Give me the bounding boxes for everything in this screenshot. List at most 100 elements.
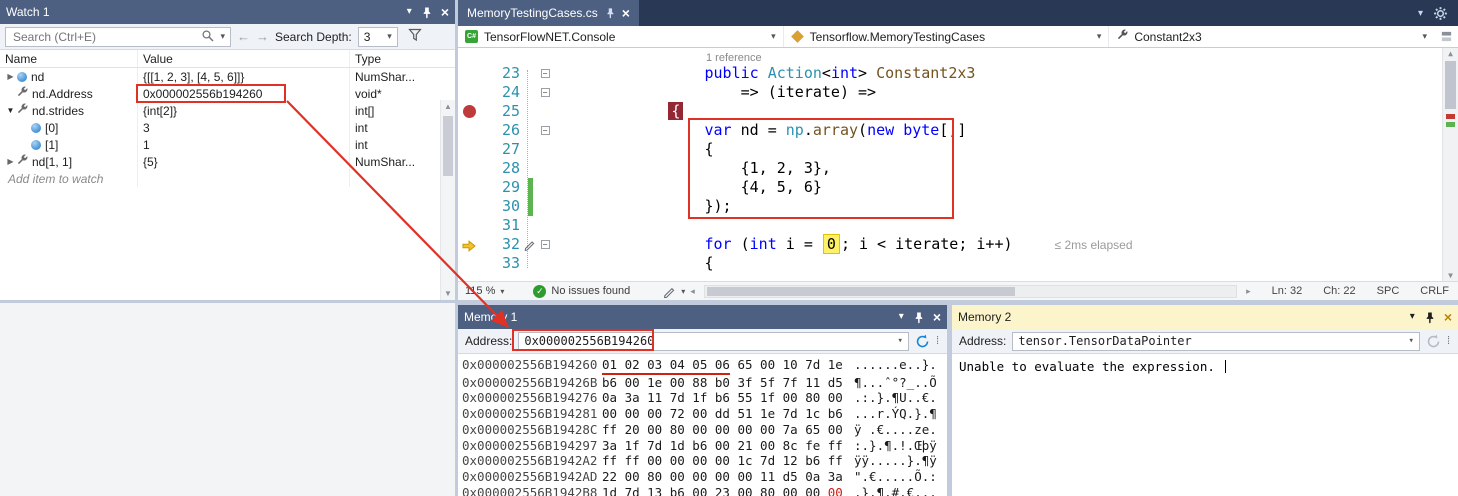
watch-scrollbar[interactable]: ▲ ▼: [440, 100, 455, 300]
column-value[interactable]: Value: [138, 50, 350, 67]
memory1-address-combo[interactable]: 0x000002556B194260 ▾: [518, 332, 909, 351]
watch-panel-header[interactable]: Watch 1 ▾ ×: [0, 0, 455, 24]
scroll-down-icon[interactable]: ▼: [1443, 271, 1458, 280]
close-icon[interactable]: ×: [622, 5, 630, 21]
expander-expanded-icon[interactable]: ▼: [5, 106, 16, 115]
wrench-icon: [16, 154, 28, 169]
change-bar: [526, 178, 536, 197]
pin-icon[interactable]: [605, 7, 615, 19]
breakpoint-gutter[interactable]: [458, 64, 482, 83]
toolbar-overflow-icon[interactable]: ⁞: [1447, 335, 1451, 347]
watch-grid-header[interactable]: Name Value Type: [0, 50, 455, 68]
memory1-hex-view[interactable]: 0x000002556B19426001 02 03 04 05 06 65 0…: [458, 354, 947, 496]
code-editor[interactable]: 1 reference 23 − public Action<int> Cons…: [458, 48, 1458, 281]
breakpoint-gutter[interactable]: [458, 121, 482, 140]
window-menu-icon[interactable]: ▾: [899, 312, 904, 322]
window-menu-icon[interactable]: ▾: [1410, 312, 1415, 322]
hscroll-left-icon[interactable]: ◂: [690, 286, 695, 297]
breakpoint-gutter[interactable]: [458, 216, 482, 235]
filter-icon[interactable]: [408, 28, 423, 45]
breakpoint-gutter[interactable]: [458, 102, 482, 121]
code-cleanup-dropdown-icon[interactable]: ▾: [681, 287, 685, 296]
memory1-panel-title: Memory 1: [464, 310, 517, 324]
memory2-panel-header[interactable]: Memory 2 ▾ ×: [952, 305, 1458, 329]
search-prev-icon[interactable]: ←: [237, 29, 250, 44]
scroll-up-icon[interactable]: ▲: [1443, 49, 1458, 58]
breakpoint-gutter[interactable]: [458, 83, 482, 102]
close-icon[interactable]: ×: [933, 310, 941, 324]
tab-memorytestingcases[interactable]: MemoryTestingCases.cs ×: [458, 0, 639, 26]
scrollbar-thumb[interactable]: [1445, 61, 1456, 109]
watch-row-nd[interactable]: ▶nd {[[1, 2, 3], [4, 5, 6]]} NumShar...: [0, 68, 455, 85]
column-name[interactable]: Name: [0, 50, 138, 67]
perf-tip[interactable]: ≤ 2ms elapsed: [1055, 238, 1133, 252]
outline-toggle[interactable]: −: [536, 83, 554, 102]
search-depth-combo[interactable]: 3 ▾: [358, 27, 398, 47]
watch-row-add-item[interactable]: Add item to watch: [0, 170, 455, 187]
line-number: 29: [482, 178, 526, 197]
search-next-icon[interactable]: →: [256, 29, 269, 44]
zoom-dropdown-icon[interactable]: ▾: [500, 287, 504, 296]
search-options-icon[interactable]: ▾: [220, 31, 225, 42]
breakpoint-gutter[interactable]: [458, 254, 482, 273]
scrollbar-thumb[interactable]: [443, 116, 453, 176]
memory1-panel-header[interactable]: Memory 1 ▾ ×: [458, 305, 947, 329]
window-menu-icon[interactable]: ▾: [407, 7, 412, 17]
wrench-icon: [16, 103, 28, 118]
close-icon[interactable]: ×: [1444, 310, 1452, 324]
column-type[interactable]: Type: [350, 50, 438, 67]
scroll-down-icon[interactable]: ▼: [441, 289, 455, 298]
status-spaces[interactable]: SPC: [1377, 285, 1400, 297]
scrollbar-thumb[interactable]: [707, 287, 1015, 296]
issues-status[interactable]: No issues found: [551, 285, 630, 297]
search-input[interactable]: [11, 29, 197, 45]
pin-icon[interactable]: [913, 311, 924, 324]
project-dropdown[interactable]: C# TensorFlowNET.Console ▾: [458, 26, 784, 47]
editor-status-bar: 115 % ▾ ✓ No issues found ▾ ◂ ▸ Ln: 32 C…: [458, 281, 1458, 300]
watch-row-strides-0[interactable]: [0] 3 int: [0, 119, 455, 136]
watch-row-nd-address[interactable]: nd.Address 0x000002556b194260 void*: [0, 85, 455, 102]
breakpoint-gutter[interactable]: [458, 159, 482, 178]
changed-byte: 00: [828, 485, 843, 496]
breakpoint-icon[interactable]: [463, 105, 476, 118]
hscroll-right-icon[interactable]: ▸: [1246, 286, 1251, 297]
code-cleanup-icon[interactable]: [663, 285, 676, 298]
memory2-address-combo[interactable]: tensor.TensorDataPointer ▾: [1012, 332, 1420, 351]
close-icon[interactable]: ×: [441, 5, 449, 19]
search-icon[interactable]: [201, 29, 214, 45]
breakpoint-gutter[interactable]: [458, 197, 482, 216]
status-eol[interactable]: CRLF: [1420, 285, 1449, 297]
outline-toggle[interactable]: −: [536, 64, 554, 83]
address-value[interactable]: tensor.TensorDataPointer: [1018, 334, 1191, 348]
memory2-message-area[interactable]: Unable to evaluate the expression.: [952, 354, 1458, 496]
watch-row-nd-1-1[interactable]: ▶nd[1, 1] {5} NumShar...: [0, 153, 455, 170]
editor-scrollbar[interactable]: ▲ ▼: [1442, 48, 1458, 281]
expander-collapsed-icon[interactable]: ▶: [5, 72, 16, 81]
gear-icon[interactable]: [1433, 6, 1448, 21]
scroll-up-icon[interactable]: ▲: [441, 102, 455, 111]
breakpoint-gutter[interactable]: [458, 235, 482, 254]
breakpoint-gutter[interactable]: [458, 140, 482, 159]
outline-toggle[interactable]: −: [536, 121, 554, 140]
refresh-icon[interactable]: [915, 334, 930, 349]
watch-row-nd-strides[interactable]: ▼nd.strides {int[2]} int[]: [0, 102, 455, 119]
watch-search-box[interactable]: ▾: [5, 27, 231, 47]
tab-list-icon[interactable]: ▾: [1418, 8, 1423, 19]
address-value[interactable]: 0x000002556B194260: [524, 334, 654, 348]
memory2-toolbar: Address: tensor.TensorDataPointer ▾ ⁞: [952, 329, 1458, 354]
watch-row-strides-1[interactable]: [1] 1 int: [0, 136, 455, 153]
expander-collapsed-icon[interactable]: ▶: [5, 157, 16, 166]
zoom-level[interactable]: 115 %: [465, 285, 495, 297]
horizontal-scrollbar[interactable]: [704, 285, 1237, 298]
codelens-references[interactable]: 1 reference: [706, 52, 762, 64]
pin-icon[interactable]: [1424, 311, 1435, 324]
type-dropdown[interactable]: Tensorflow.MemoryTestingCases ▾: [784, 26, 1110, 47]
toolbar-overflow-icon[interactable]: ⁞: [936, 335, 940, 347]
split-editor-icon[interactable]: [1434, 30, 1458, 43]
outline-toggle[interactable]: −: [536, 235, 554, 254]
refresh-icon[interactable]: [1426, 334, 1441, 349]
member-dropdown[interactable]: Constant2x3 ▾: [1109, 26, 1434, 47]
breakpoint-gutter[interactable]: [458, 178, 482, 197]
pin-icon[interactable]: [421, 6, 432, 19]
change-bar: [526, 197, 536, 216]
